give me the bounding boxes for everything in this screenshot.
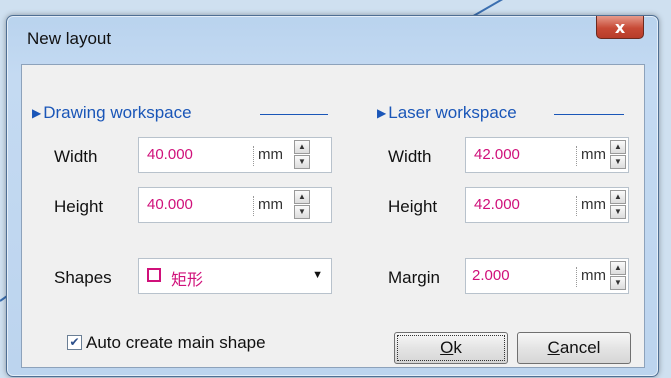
section-divider xyxy=(260,114,328,115)
laser-height-value: 42.000 xyxy=(474,196,520,213)
laser-height-label: Height xyxy=(388,197,438,216)
spin-arrows-icon[interactable]: ▲ ▼ xyxy=(294,140,310,170)
margin-value: 2.000 xyxy=(472,267,510,284)
caret-down-icon: ▼ xyxy=(312,269,323,281)
ok-button-label: k xyxy=(453,338,462,357)
triangle-right-icon: ▶ xyxy=(32,106,42,120)
laser-width-value: 42.000 xyxy=(474,146,520,163)
ok-button[interactable]: Ok xyxy=(394,332,508,364)
drawing-height-value: 40.000 xyxy=(147,196,193,213)
drawing-workspace-label: Drawing workspace xyxy=(43,103,192,122)
dialog-title: New layout xyxy=(27,29,112,48)
drawing-workspace-heading: ▶ Drawing workspace xyxy=(32,103,192,123)
drawing-width-field[interactable]: 40.000 mm ▲ ▼ xyxy=(138,137,332,173)
drawing-width-value: 40.000 xyxy=(147,146,193,163)
margin-field[interactable]: 2.000 mm ▲ ▼ xyxy=(465,258,629,294)
close-button[interactable]: x xyxy=(596,16,644,39)
checkmark-icon: ✔ xyxy=(69,335,80,349)
spin-arrows-icon[interactable]: ▲ ▼ xyxy=(610,140,626,170)
spin-arrows-icon[interactable]: ▲ ▼ xyxy=(610,261,626,291)
unit-label: mm xyxy=(576,267,606,287)
unit-label: mm xyxy=(253,146,283,166)
spin-arrows-icon[interactable]: ▲ ▼ xyxy=(294,190,310,220)
new-layout-dialog: New layout x ▶ Drawing workspace Width 4… xyxy=(6,15,659,377)
spin-arrows-icon[interactable]: ▲ ▼ xyxy=(610,190,626,220)
laser-height-field[interactable]: 42.000 mm ▲ ▼ xyxy=(465,187,629,223)
ok-button-mnemonic: O xyxy=(440,338,454,357)
auto-create-label[interactable]: Auto create main shape xyxy=(86,333,266,353)
cancel-button-label: ancel xyxy=(559,338,601,357)
laser-width-label: Width xyxy=(388,147,432,166)
drawing-height-field[interactable]: 40.000 mm ▲ ▼ xyxy=(138,187,332,223)
laser-width-field[interactable]: 42.000 mm ▲ ▼ xyxy=(465,137,629,173)
unit-label: mm xyxy=(576,146,606,166)
drawing-height-label: Height xyxy=(54,197,104,216)
unit-label: mm xyxy=(253,196,283,216)
laser-workspace-heading: ▶ Laser workspace xyxy=(377,103,517,123)
unit-label: mm xyxy=(576,196,606,216)
section-divider xyxy=(554,114,624,115)
shapes-label: Shapes xyxy=(54,268,112,287)
cancel-button-mnemonic: C xyxy=(547,338,560,357)
auto-create-checkbox[interactable]: ✔ xyxy=(67,335,82,350)
close-icon: x xyxy=(614,17,626,37)
laser-workspace-label: Laser workspace xyxy=(388,103,517,122)
drawing-width-label: Width xyxy=(54,147,98,166)
shapes-select[interactable]: 矩形 ▼ xyxy=(138,258,332,294)
cancel-button[interactable]: Cancel xyxy=(517,332,631,364)
dialog-body: ▶ Drawing workspace Width 40.000 mm ▲ ▼ H… xyxy=(21,64,645,368)
margin-label: Margin xyxy=(388,268,440,287)
shapes-selected-value: 矩形 xyxy=(171,272,204,289)
triangle-right-icon: ▶ xyxy=(377,106,387,120)
rectangle-icon xyxy=(147,268,161,282)
